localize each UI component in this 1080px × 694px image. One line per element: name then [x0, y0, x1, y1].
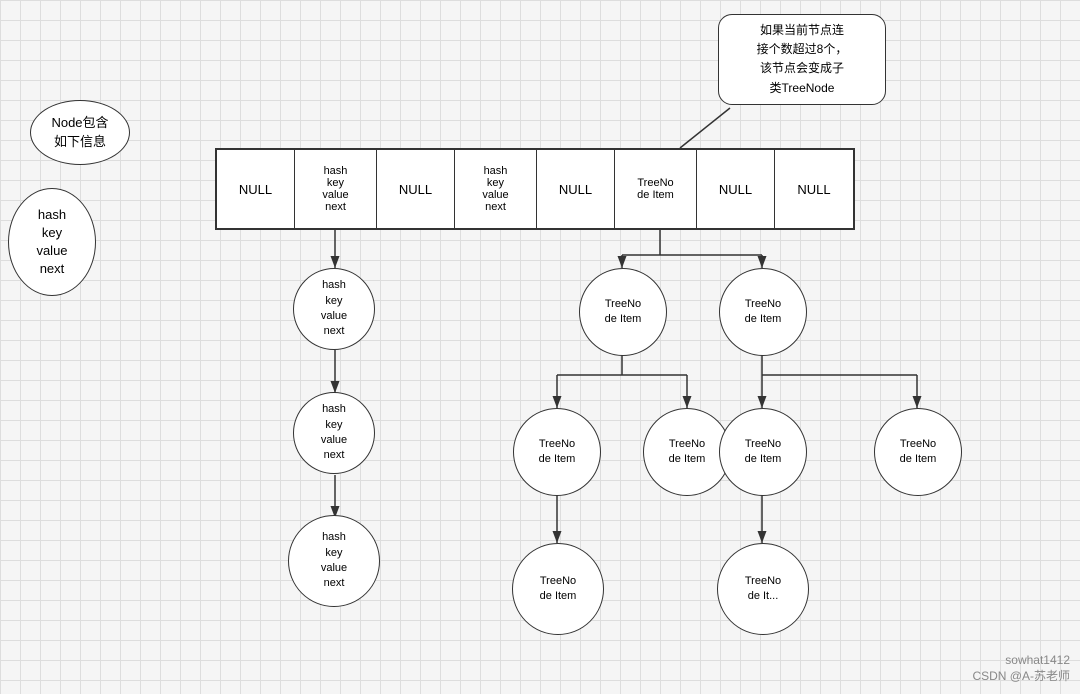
hash-cell-0: NULL — [217, 150, 295, 228]
tree-node-2d: TreeNo de Item — [874, 408, 962, 496]
info-bubble: Node包含 如下信息 — [30, 100, 130, 165]
canvas: Node包含 如下信息 hash key value next 如果当前节点连 … — [0, 0, 1080, 694]
tree-node-2a: TreeNo de Item — [513, 408, 601, 496]
hash-cell-5: TreeNo de Item — [615, 150, 697, 228]
tree-node-2b: TreeNo de Item — [643, 408, 731, 496]
tree-node-2c: TreeNo de Item — [719, 408, 807, 496]
hash-cell-7: NULL — [775, 150, 853, 228]
tree-node-3b: TreeNo de It... — [717, 543, 809, 635]
hash-table: NULL hash key value next NULL hash key v… — [215, 148, 855, 230]
tree-node-3a: TreeNo de Item — [512, 543, 604, 635]
tree-node-1a: TreeNo de Item — [579, 268, 667, 356]
hash-cell-6: NULL — [697, 150, 775, 228]
hash-cell-1: hash key value next — [295, 150, 377, 228]
hash-cell-3: hash key value next — [455, 150, 537, 228]
hash-cell-4: NULL — [537, 150, 615, 228]
watermark-line1: sowhat1412 — [972, 653, 1070, 667]
linked-node-2: hash key value next — [293, 392, 375, 474]
node-bubble: hash key value next — [8, 188, 96, 296]
watermark: sowhat1412 CSDN @A-苏老师 — [972, 653, 1070, 684]
callout-bubble: 如果当前节点连 接个数超过8个， 该节点会变成子 类TreeNode — [718, 14, 886, 105]
hash-cell-2: NULL — [377, 150, 455, 228]
watermark-line2: CSDN @A-苏老师 — [972, 667, 1070, 684]
linked-node-1: hash key value next — [293, 268, 375, 350]
tree-node-1b: TreeNo de Item — [719, 268, 807, 356]
linked-node-3: hash key value next — [288, 515, 380, 607]
